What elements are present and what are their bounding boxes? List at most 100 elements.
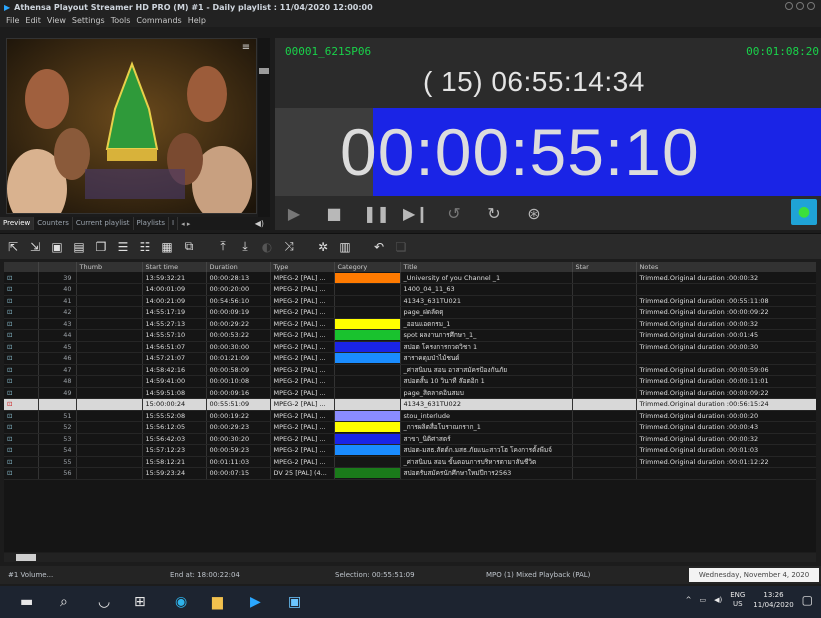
row-notes: Trimmed.Original duration :00:00:09:22 [636, 387, 816, 399]
col-header-start-time[interactable]: Start time [142, 262, 207, 272]
settings-gear-icon[interactable]: ✲ [314, 238, 332, 256]
table-row[interactable]: ⊡ 45 14:56:51:07 00:00:30:00 MPEG-2 [PAL] ..… [4, 341, 816, 353]
row-notes: Trimmed.Original duration :00:00:30 [636, 341, 816, 353]
row-title: _ออนแอดกรม_1 [400, 318, 573, 330]
playout-app-icon[interactable]: ▶ [250, 594, 261, 610]
col-header-star[interactable]: Star [572, 262, 637, 272]
col-header-notes[interactable]: Notes [636, 262, 816, 272]
tab-more[interactable]: I [169, 217, 179, 230]
slider-thumb[interactable] [259, 68, 269, 74]
menu-edit[interactable]: Edit [25, 16, 41, 25]
menu-help[interactable]: Help [188, 16, 206, 25]
table-row[interactable]: ⊡ 40 14:00:01:09 00:00:20:00 MPEG-2 [PAL] ..… [4, 283, 816, 296]
minimize-button[interactable] [785, 2, 793, 10]
col-header-number[interactable] [38, 262, 77, 272]
cortana-icon[interactable]: ◡ [98, 594, 110, 610]
table-row[interactable]: ⊡ 48 14:59:41:00 00:00:10:08 MPEG-2 [PAL] ..… [4, 375, 816, 388]
row-notes [636, 467, 816, 480]
edge-browser-icon[interactable]: ◉ [175, 594, 187, 610]
globe-icon[interactable]: ● [791, 199, 817, 225]
col-header-thumb[interactable]: Thumb [76, 262, 143, 272]
window-icon[interactable]: ❏ [392, 238, 410, 256]
table-row[interactable]: ⊡ 43 14:55:27:13 00:00:29:22 MPEG-2 [PAL] ..… [4, 318, 816, 330]
col-header-duration[interactable]: Duration [206, 262, 271, 272]
menu-commands[interactable]: Commands [136, 16, 181, 25]
table-row[interactable]: ⊡ 51 15:55:52:08 00:00:19:22 MPEG-2 [PAL] ..… [4, 410, 816, 422]
tab-current-playlist[interactable]: Current playlist [73, 217, 134, 230]
notification-icon[interactable]: ▢ [802, 593, 813, 607]
table-row[interactable]: ⊡ 15:00:00:24 00:55:51:09 MPEG-2 [PAL] ... 4… [4, 398, 816, 411]
table-row[interactable]: ⊡ 49 14:59:51:08 00:00:09:16 MPEG-2 [PAL] ..… [4, 387, 816, 399]
table-row[interactable]: ⊡ 56 15:59:23:24 00:00:07:15 DV 25 [PAL] (4.… [4, 467, 816, 480]
tab-preview[interactable]: Preview [0, 217, 35, 230]
table-row[interactable]: ⊡ 52 15:56:12:05 00:00:29:23 MPEG-2 [PAL] ..… [4, 421, 816, 434]
play-icon[interactable]: ▶ [283, 204, 305, 223]
tray-clock[interactable]: 13:26 11/04/2020 [753, 590, 793, 610]
audio-level-slider[interactable] [258, 38, 270, 228]
speaker-icon[interactable]: ◀) [255, 219, 264, 228]
menu-file[interactable]: File [6, 16, 19, 25]
volume-icon[interactable]: ◀) [714, 596, 722, 604]
table-row[interactable]: ⊡ 41 14:00:21:09 00:54:56:10 MPEG-2 [PAL] ..… [4, 295, 816, 307]
playlist-toolbar: ⇱ ⇲ ▣ ▤ ❐ ☰ ☷ ▦ ⧉ ⤒ ⤓ ◐ ⤨ ✲ ▥ ↶ ❏ [0, 233, 821, 259]
shuffle-icon[interactable]: ⤨ [280, 238, 298, 256]
tray-chevron-icon[interactable]: ^ [686, 596, 692, 604]
table-row[interactable]: ⊡ 53 15:56:42:03 00:00:30:20 MPEG-2 [PAL] ..… [4, 433, 816, 445]
stop-icon[interactable]: ■ [323, 204, 345, 223]
table-row[interactable]: ⊡ 42 14:55:17:19 00:00:09:19 MPEG-2 [PAL] ..… [4, 306, 816, 319]
row-duration: 00:00:29:23 [206, 421, 271, 434]
table-row[interactable]: ⊡ 55 15:58:12:21 00:01:11:03 MPEG-2 [PAL] ..… [4, 456, 816, 468]
task-view-icon[interactable]: ⊞ [134, 594, 146, 610]
horizontal-scrollbar[interactable] [4, 553, 816, 562]
table-row[interactable]: ⊡ 46 14:57:21:07 00:01:21:09 MPEG-2 [PAL] ..… [4, 352, 816, 365]
language-indicator[interactable]: ENG US [730, 591, 745, 609]
network-icon[interactable]: ▭ [699, 596, 706, 604]
delete-icon[interactable]: ▦ [158, 238, 176, 256]
volume-status[interactable]: #1 Volume... [8, 571, 53, 579]
col-header-category[interactable]: Category [334, 262, 401, 272]
pause-icon[interactable]: ❚❚ [363, 204, 390, 223]
category-color-swatch [334, 445, 399, 456]
align-top-icon[interactable]: ☰ [114, 238, 132, 256]
store-icon[interactable]: ▣ [288, 594, 301, 610]
save-icon[interactable]: ▣ [48, 238, 66, 256]
file-explorer-icon[interactable]: ▆ [212, 594, 223, 610]
preview-menu-icon[interactable]: ≡ [240, 43, 252, 53]
save-as-icon[interactable]: ▤ [70, 238, 88, 256]
tab-scroll-arrows-icon[interactable]: ◂ ▸ [178, 220, 193, 228]
align-left-icon[interactable]: ☷ [136, 238, 154, 256]
duplicate-icon[interactable]: ❐ [92, 238, 110, 256]
list-icon[interactable]: ▥ [336, 238, 354, 256]
search-icon[interactable]: ⌕ [60, 594, 68, 610]
loop-icon[interactable]: ↺ [443, 204, 465, 223]
maximize-button[interactable] [796, 2, 804, 10]
close-button[interactable] [807, 2, 815, 10]
menu-view[interactable]: View [47, 16, 66, 25]
tab-playlists[interactable]: Playlists [134, 217, 170, 230]
row-icon: ⊡ [4, 295, 39, 307]
undo-icon[interactable]: ↶ [370, 238, 388, 256]
col-header-title[interactable]: Title [400, 262, 573, 272]
table-row[interactable]: ⊡ 54 15:57:12:23 00:00:59:23 MPEG-2 [PAL] ..… [4, 444, 816, 457]
table-row[interactable]: ⊡ 39 13:59:32:21 00:00:28:13 MPEG-2 [PAL] ..… [4, 272, 816, 284]
table-row[interactable]: ⊡ 44 14:55:57:10 00:00:53:22 MPEG-2 [PAL] ..… [4, 329, 816, 342]
row-type: MPEG-2 [PAL] ... [270, 295, 335, 307]
move-down-icon[interactable]: ⤓ [236, 238, 254, 256]
reel-icon[interactable]: ⊛ [523, 204, 545, 223]
next-icon[interactable]: ▶❙ [403, 204, 429, 223]
start-icon[interactable]: ▬ [20, 594, 33, 610]
row-star [572, 433, 637, 445]
move-top-icon[interactable]: ⤒ [214, 238, 232, 256]
copy-icon[interactable]: ⧉ [180, 238, 198, 256]
col-header-type[interactable]: Type [270, 262, 335, 272]
scrollbar-thumb[interactable] [16, 554, 36, 561]
table-row[interactable]: ⊡ 47 14:58:42:16 00:00:58:09 MPEG-2 [PAL] ..… [4, 364, 816, 376]
tab-counters[interactable]: Counters [34, 217, 73, 230]
menu-settings[interactable]: Settings [72, 16, 105, 25]
toggle-icon[interactable]: ◐ [258, 238, 276, 256]
insert-item-icon[interactable]: ⇲ [26, 238, 44, 256]
reload-icon[interactable]: ↻ [483, 204, 505, 223]
add-item-icon[interactable]: ⇱ [4, 238, 22, 256]
menu-tools[interactable]: Tools [111, 16, 131, 25]
col-header-icon[interactable] [4, 262, 39, 272]
